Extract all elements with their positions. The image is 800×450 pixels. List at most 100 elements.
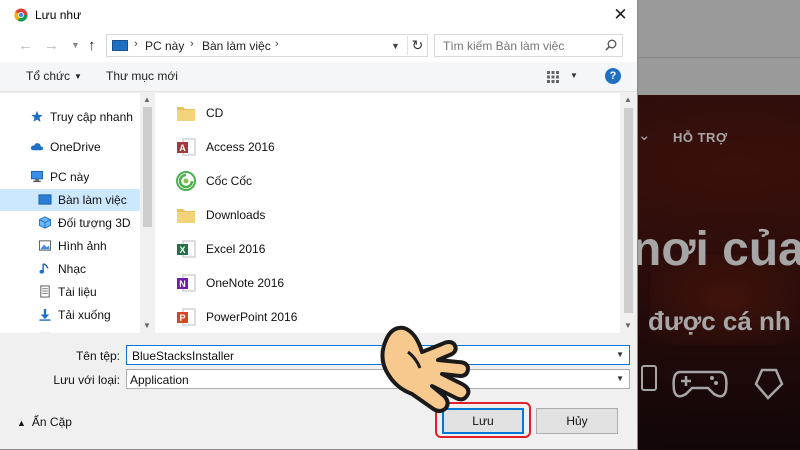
sidebar-item-documents[interactable]: Tài liệu xyxy=(0,281,140,303)
breadcrumb-separator-icon[interactable]: › xyxy=(275,38,279,50)
organize-label: Tổ chức xyxy=(26,69,71,83)
sidebar-item-this-pc[interactable]: PC này xyxy=(0,166,140,188)
computer-icon xyxy=(30,170,44,183)
address-bar[interactable]: › PC này › Bàn làm việc › ▼ ↻ xyxy=(106,34,428,57)
excel-icon: X xyxy=(177,240,196,258)
navigation-bar: ← → ▼ ↑ › PC này › Bàn làm việc › ▼ ↻ xyxy=(0,30,637,62)
file-item-excel-2016[interactable]: X Excel 2016 xyxy=(155,234,620,264)
scrollbar-thumb[interactable] xyxy=(143,107,152,227)
back-arrow-icon[interactable]: ← xyxy=(18,37,33,54)
sidebar-item-onedrive[interactable]: OneDrive xyxy=(0,136,140,158)
sidebar-item-pictures[interactable]: Hình ảnh xyxy=(0,235,140,257)
navigation-pane: Truy cập nhanh OneDrive PC này Bàn làm v… xyxy=(0,93,154,333)
refresh-icon[interactable]: ↻ xyxy=(407,36,427,55)
breadcrumb-separator-icon[interactable]: › xyxy=(190,38,194,50)
file-item-name: Downloads xyxy=(206,208,266,222)
organize-button[interactable]: Tổ chức ▼ xyxy=(26,69,82,83)
search-icon xyxy=(605,39,617,51)
videos-icon xyxy=(39,332,51,333)
music-icon xyxy=(39,263,49,274)
recent-locations-chevron-icon[interactable]: ▼ xyxy=(71,40,80,50)
file-item-cd[interactable]: CD xyxy=(155,98,620,128)
file-item-name: OneNote 2016 xyxy=(206,276,285,290)
file-item-name: CD xyxy=(206,106,224,120)
view-options-icon[interactable] xyxy=(546,70,560,84)
hide-folders-button[interactable]: ▲ Ẩn Cặp xyxy=(17,415,72,429)
search-input[interactable] xyxy=(441,38,591,54)
dialog-title: Lưu như xyxy=(35,8,82,22)
pointing-hand-icon xyxy=(380,325,471,413)
sidebar-item-label: PC này xyxy=(50,170,90,184)
sidebar-item-label: Truy cập nhanh xyxy=(50,110,133,124)
folder-icon xyxy=(177,107,195,121)
star-icon xyxy=(31,110,43,122)
file-list: CD A Access 2016 Cốc Cốc Downloads X Exc… xyxy=(155,93,620,333)
coccoc-icon xyxy=(176,171,196,191)
sidebar-item-downloads[interactable]: Tải xuống xyxy=(0,304,140,326)
cancel-button[interactable]: Hủy xyxy=(536,408,618,434)
scroll-down-icon[interactable]: ▼ xyxy=(624,321,632,330)
file-item-name: PowerPoint 2016 xyxy=(206,310,298,324)
filetype-value: Application xyxy=(130,373,189,387)
search-box[interactable] xyxy=(434,34,623,57)
navigation-pane-scrollbar[interactable]: ▲ ▼ xyxy=(140,93,155,333)
svg-text:X: X xyxy=(179,245,185,255)
file-item-access-2016[interactable]: A Access 2016 xyxy=(155,132,620,162)
cloud-icon xyxy=(30,143,44,151)
file-item-downloads[interactable]: Downloads xyxy=(155,200,620,230)
close-icon: ✕ xyxy=(613,5,628,24)
scroll-up-icon[interactable]: ▲ xyxy=(624,95,632,104)
desktop-icon xyxy=(38,194,52,205)
chevron-up-icon: ▲ xyxy=(17,418,26,428)
computer-icon xyxy=(112,40,128,51)
address-dropdown-icon[interactable]: ▼ xyxy=(391,41,400,51)
sidebar-item-3d-objects[interactable]: Đối tượng 3D xyxy=(0,212,140,234)
svg-text:P: P xyxy=(179,313,185,323)
breadcrumb-desktop[interactable]: Bàn làm việc xyxy=(202,39,271,53)
documents-icon xyxy=(40,285,50,298)
dialog-titlebar: Lưu như ✕ xyxy=(0,0,637,30)
file-item-name: Excel 2016 xyxy=(206,242,266,256)
chevron-down-icon[interactable]: ▼ xyxy=(616,350,624,359)
hide-folders-label: Ẩn Cặp xyxy=(31,415,72,429)
sidebar-item-label: OneDrive xyxy=(50,140,101,154)
command-toolbar: Tổ chức ▼ Thư mục mới ▼ ? xyxy=(0,62,637,92)
sidebar-item-music[interactable]: Nhạc xyxy=(0,258,140,280)
new-folder-button[interactable]: Thư mục mới xyxy=(106,69,178,83)
cube-icon xyxy=(38,216,52,229)
sidebar-item-label: Hình ảnh xyxy=(58,239,107,253)
chevron-down-icon[interactable]: ▼ xyxy=(616,374,624,383)
file-list-scrollbar[interactable]: ▲ ▼ xyxy=(620,93,637,333)
save-as-dialog: Lưu như ✕ ← → ▼ ↑ › PC này › Bàn làm việ… xyxy=(0,0,638,450)
scrollbar-thumb[interactable] xyxy=(624,108,633,313)
close-button[interactable]: ✕ xyxy=(604,0,637,30)
help-icon[interactable]: ? xyxy=(605,68,621,84)
access-icon: A xyxy=(177,138,196,156)
file-item-name: Cốc Cốc xyxy=(206,174,253,188)
sidebar-item-quick-access[interactable]: Truy cập nhanh xyxy=(0,106,140,128)
sidebar-item-label: Tải xuống xyxy=(58,308,111,322)
file-item-name: Access 2016 xyxy=(206,140,275,154)
filename-label: Tên tệp: xyxy=(75,349,120,363)
breadcrumb-this-pc[interactable]: PC này xyxy=(145,39,184,53)
file-item-onenote-2016[interactable]: N OneNote 2016 xyxy=(155,268,620,298)
svg-text:A: A xyxy=(179,143,186,153)
sidebar-item-label: Bàn làm việc xyxy=(58,193,127,207)
scroll-up-icon[interactable]: ▲ xyxy=(143,95,151,104)
view-dropdown-icon[interactable]: ▼ xyxy=(570,71,578,80)
sidebar-item-label: Tài liệu xyxy=(58,285,97,299)
file-item-coc-coc[interactable]: Cốc Cốc xyxy=(155,166,620,196)
filename-input[interactable] xyxy=(130,348,570,364)
forward-arrow-icon[interactable]: → xyxy=(44,37,59,54)
chevron-down-icon: ▼ xyxy=(74,72,82,81)
sidebar-item-desktop[interactable]: Bàn làm việc xyxy=(0,189,140,211)
sidebar-item-videos[interactable]: Vi xyxy=(0,327,140,333)
scroll-down-icon[interactable]: ▼ xyxy=(143,321,151,330)
up-arrow-icon[interactable]: ↑ xyxy=(88,37,96,54)
onenote-icon: N xyxy=(177,274,196,292)
filetype-label: Lưu với loại: xyxy=(53,373,120,387)
pictures-icon xyxy=(38,240,52,251)
download-icon xyxy=(39,308,51,321)
breadcrumb-separator-icon[interactable]: › xyxy=(134,38,138,50)
powerpoint-icon: P xyxy=(177,308,196,326)
